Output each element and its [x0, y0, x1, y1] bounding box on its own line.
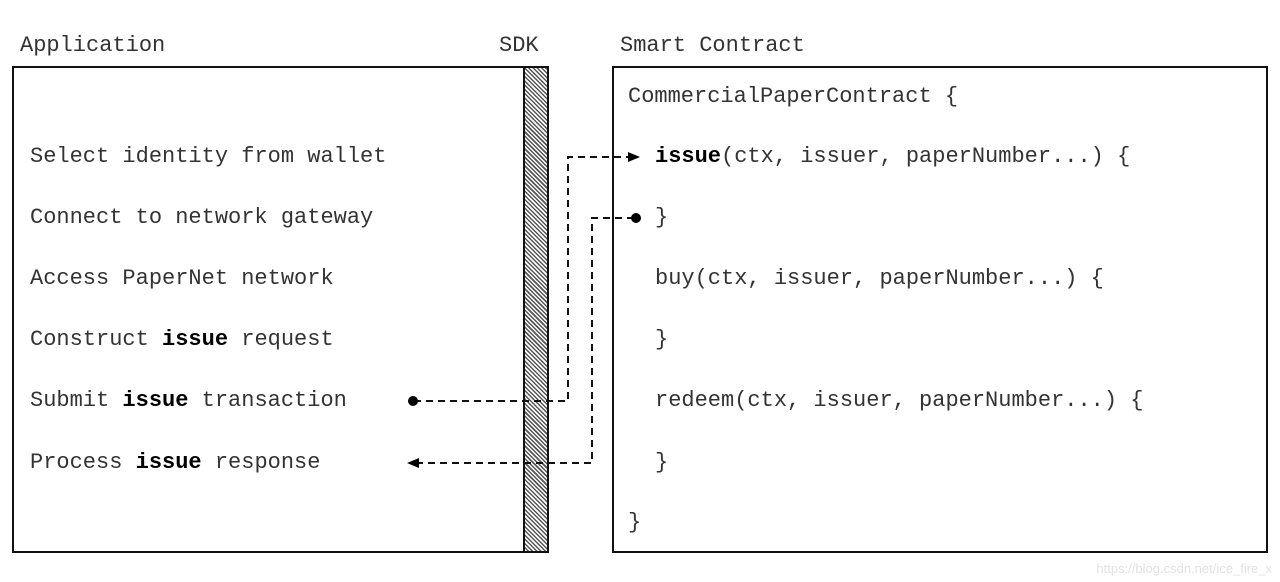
connector-layer	[407, 152, 641, 468]
response-connector	[418, 217, 634, 464]
response-origin-dot	[631, 213, 641, 223]
request-origin-dot	[408, 396, 418, 406]
request-connector	[414, 156, 628, 402]
response-arrowhead	[407, 458, 419, 468]
request-arrowhead	[628, 152, 640, 162]
watermark: https://blog.csdn.net/ice_fire_x	[1096, 561, 1272, 576]
